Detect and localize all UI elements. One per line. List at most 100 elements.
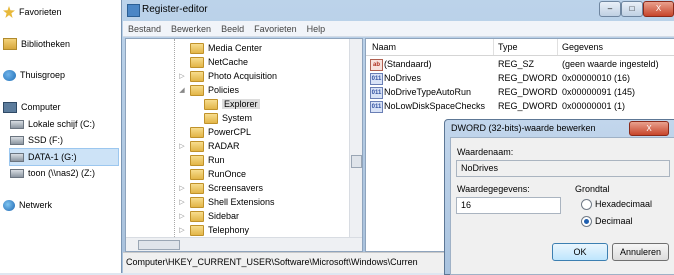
- hard-drive-icon: [10, 152, 24, 162]
- dialog-close-button[interactable]: X: [629, 121, 669, 136]
- tree-node-label: Telephony: [208, 225, 250, 235]
- list-item[interactable]: 011 NoLowDiskSpaceChecks REG_DWORD 0x000…: [366, 100, 674, 113]
- nav-drive-f[interactable]: SSD (F:): [10, 132, 63, 148]
- tree-node[interactable]: ▷ Telephony: [178, 223, 249, 237]
- scrollbar-thumb[interactable]: [351, 155, 362, 168]
- tree-node[interactable]: ▷ Photo Acquisition: [178, 69, 277, 83]
- menu-file[interactable]: Bestand: [123, 24, 166, 34]
- column-header-name[interactable]: Naam: [372, 42, 396, 52]
- hard-drive-icon: [10, 135, 24, 145]
- tree-node[interactable]: ▷ Sidebar: [178, 209, 239, 223]
- cancel-button[interactable]: Annuleren: [612, 243, 669, 261]
- scrollbar-thumb[interactable]: [138, 240, 180, 250]
- folder-icon: [190, 196, 204, 208]
- network-icon: [3, 199, 15, 211]
- minimize-button[interactable]: –: [599, 1, 621, 17]
- tree-vertical-scrollbar[interactable]: [349, 39, 362, 237]
- nav-network-label: Netwerk: [19, 200, 53, 210]
- dword-value-icon: 011: [370, 87, 383, 99]
- nav-favorites-label: Favorieten: [19, 7, 62, 17]
- list-item[interactable]: 011 NoDriveTypeAutoRun REG_DWORD 0x00000…: [366, 86, 674, 99]
- folder-icon: [190, 56, 204, 68]
- expander-icon[interactable]: ▷: [178, 72, 186, 80]
- tree-node[interactable]: Media Center: [178, 41, 262, 55]
- nav-drive-g[interactable]: DATA-1 (G:): [9, 148, 119, 166]
- registry-tree[interactable]: Media Center NetCache ▷ Photo Acquisitio…: [125, 38, 363, 252]
- nav-drive-z[interactable]: toon (\\nas2) (Z:): [10, 165, 95, 181]
- decimal-label[interactable]: Decimaal: [595, 216, 633, 226]
- hexadecimal-radio[interactable]: [581, 199, 592, 210]
- network-drive-icon: [10, 168, 24, 178]
- column-header-data[interactable]: Gegevens: [562, 42, 603, 52]
- value-name-text: NoDrives: [461, 163, 499, 173]
- computer-icon: [3, 101, 17, 113]
- tree-node[interactable]: Run: [178, 153, 225, 167]
- nav-homegroup[interactable]: Thuisgroep: [3, 67, 65, 83]
- maximize-button[interactable]: □: [621, 1, 643, 17]
- menu-help[interactable]: Help: [302, 24, 331, 34]
- value-name-label: Waardenaam:: [457, 147, 514, 157]
- value-name: NoDriveTypeAutoRun: [384, 87, 472, 97]
- nav-drive-label: SSD (F:): [28, 135, 63, 145]
- close-button[interactable]: X: [643, 1, 674, 17]
- tree-node[interactable]: RunOnce: [178, 167, 246, 181]
- value-data-label: Waardegegevens:: [457, 184, 530, 194]
- nav-drive-label: DATA-1 (G:): [28, 152, 77, 162]
- expander-icon[interactable]: ▷: [178, 184, 186, 192]
- folder-icon: [190, 70, 204, 82]
- edit-dword-dialog: DWORD (32-bits)-waarde bewerken X Waarde…: [444, 119, 674, 275]
- tree-node[interactable]: PowerCPL: [178, 125, 251, 139]
- nav-libraries[interactable]: Bibliotheken: [3, 36, 70, 52]
- tree-node[interactable]: ▷ Screensavers: [178, 181, 263, 195]
- nav-favorites[interactable]: Favorieten: [3, 4, 62, 20]
- title-bar[interactable]: Register-editor – □ X: [122, 0, 674, 20]
- expander-icon[interactable]: ▷: [178, 142, 186, 150]
- homegroup-icon: [3, 69, 16, 81]
- value-data-input[interactable]: 16: [456, 197, 561, 214]
- list-header: Naam Type Gegevens: [366, 39, 674, 56]
- menu-favorites[interactable]: Favorieten: [249, 24, 302, 34]
- folder-icon: [190, 210, 204, 222]
- tree-node[interactable]: ▷ Shell Extensions: [178, 195, 275, 209]
- decimal-radio[interactable]: [581, 216, 592, 227]
- nav-computer-label: Computer: [21, 102, 61, 112]
- menu-edit[interactable]: Bewerken: [166, 24, 216, 34]
- nav-network[interactable]: Netwerk: [3, 197, 52, 213]
- dword-value-icon: 011: [370, 73, 383, 85]
- hexadecimal-label[interactable]: Hexadecimaal: [595, 199, 652, 209]
- nav-drive-label: Lokale schijf (C:): [28, 119, 96, 129]
- expander-icon[interactable]: ◢: [178, 86, 186, 94]
- value-data: 0x00000091 (145): [562, 87, 636, 97]
- ok-button[interactable]: OK: [552, 243, 608, 261]
- folder-icon: [190, 140, 204, 152]
- value-name: NoLowDiskSpaceChecks: [384, 101, 486, 111]
- tree-node-label: Sidebar: [208, 211, 240, 221]
- tree-node[interactable]: System: [192, 111, 252, 125]
- value-type: REG_DWORD: [498, 87, 558, 97]
- tree-node-label: Photo Acquisition: [208, 71, 278, 81]
- tree-horizontal-scrollbar[interactable]: [126, 237, 362, 251]
- menu-view[interactable]: Beeld: [216, 24, 249, 34]
- nav-computer[interactable]: Computer: [3, 99, 61, 115]
- expander-icon[interactable]: ▷: [178, 226, 186, 234]
- hard-drive-icon: [10, 119, 24, 129]
- tree-node-label: Screensavers: [208, 183, 264, 193]
- list-item[interactable]: ab (Standaard) REG_SZ (geen waarde inges…: [366, 58, 674, 71]
- column-divider[interactable]: [557, 39, 558, 55]
- folder-icon: [190, 154, 204, 166]
- tree-node-policies[interactable]: ◢ Policies: [178, 83, 239, 97]
- column-divider[interactable]: [493, 39, 494, 55]
- folder-icon: [190, 182, 204, 194]
- tree-node[interactable]: NetCache: [178, 55, 248, 69]
- tree-node[interactable]: ▷ RADAR: [178, 139, 240, 153]
- column-header-type[interactable]: Type: [498, 42, 518, 52]
- folder-icon: [190, 168, 204, 180]
- expander-icon[interactable]: ▷: [178, 198, 186, 206]
- value-type: REG_SZ: [498, 59, 535, 69]
- expander-icon[interactable]: ▷: [178, 212, 186, 220]
- tree-node-explorer[interactable]: Explorer: [192, 97, 260, 111]
- nav-drive-c[interactable]: Lokale schijf (C:): [10, 116, 95, 132]
- list-item[interactable]: 011 NoDrives REG_DWORD 0x00000010 (16): [366, 72, 674, 85]
- menu-bar: Bestand Bewerken Beeld Favorieten Help: [123, 21, 674, 37]
- dialog-title: DWORD (32-bits)-waarde bewerken: [451, 123, 596, 133]
